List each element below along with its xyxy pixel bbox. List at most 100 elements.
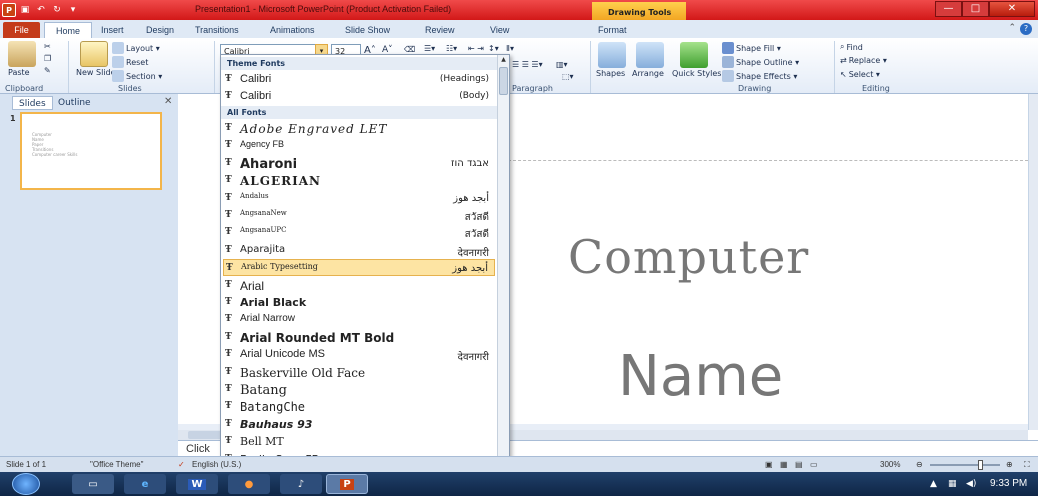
smartart-icon[interactable]: ⬚▾	[562, 72, 574, 81]
font-list-item[interactable]: Ŧ AngsanaUPC สวัสดี	[223, 224, 495, 241]
tab-outline[interactable]: Outline	[52, 96, 97, 110]
language-indicator[interactable]: English (U.S.)	[192, 460, 241, 469]
volume-icon[interactable]: ◀)	[966, 479, 976, 489]
app-taskbar-icon[interactable]: ♪	[280, 474, 322, 494]
columns-icon[interactable]: ▥▾	[556, 60, 568, 69]
word-taskbar-icon[interactable]: W	[176, 474, 218, 494]
tab-file[interactable]: File	[3, 22, 40, 38]
arrange-icon[interactable]	[636, 42, 664, 68]
section-button[interactable]: Section ▾	[112, 70, 162, 82]
zoom-out-icon[interactable]: ⊖	[916, 460, 923, 469]
start-button-icon[interactable]	[12, 473, 40, 495]
tab-slide-show[interactable]: Slide Show	[345, 22, 390, 38]
reading-view-icon[interactable]: ▤	[795, 460, 803, 469]
font-list-item[interactable]: Ŧ Baskerville Old Face	[223, 364, 495, 381]
font-list-item[interactable]: Ŧ Arial Rounded MT Bold	[223, 329, 495, 346]
font-list-item[interactable]: Ŧ Arial Narrow	[223, 311, 495, 328]
undo-icon[interactable]: ↶	[34, 3, 48, 17]
zoom-slider[interactable]	[930, 464, 1000, 466]
spellcheck-icon[interactable]: ✓	[178, 460, 185, 469]
indent-icons[interactable]: ⇤ ⇥	[468, 44, 484, 53]
font-list-item[interactable]: Ŧ Andalus أبجد هوز	[223, 190, 495, 207]
format-painter-icon[interactable]: ✎	[44, 66, 51, 75]
font-list-item[interactable]: Ŧ Adobe Engraved LET	[223, 120, 495, 137]
clock[interactable]: 9:33 PM	[990, 478, 1027, 489]
font-list-item[interactable]: Ŧ Arial Unicode MS देवनागरी	[223, 346, 495, 363]
firefox-taskbar-icon[interactable]: ●	[228, 474, 270, 494]
shape-effects-button[interactable]: Shape Effects ▾	[722, 70, 797, 82]
tab-view[interactable]: View	[490, 22, 509, 38]
theme-font-item[interactable]: Ŧ Calibri (Headings)	[223, 71, 495, 88]
new-slide-icon[interactable]	[80, 41, 108, 67]
powerpoint-taskbar-icon[interactable]: P	[326, 474, 368, 494]
line-spacing-icon[interactable]: ↕▾	[488, 44, 499, 53]
shapes-button[interactable]: Shapes	[596, 69, 625, 78]
tab-animations[interactable]: Animations	[270, 22, 315, 38]
font-list-item[interactable]: Ŧ BatangChe	[223, 398, 495, 415]
dropdown-scroll-thumb[interactable]	[499, 67, 508, 95]
help-icon[interactable]: ?	[1020, 23, 1032, 35]
slide-title[interactable]: Computer	[568, 230, 809, 284]
zoom-slider-knob[interactable]	[978, 460, 983, 470]
tab-review[interactable]: Review	[425, 22, 455, 38]
shape-outline-button[interactable]: Shape Outline ▾	[722, 56, 799, 68]
font-list-item[interactable]: Ŧ Aparajita देवनागरी	[223, 242, 495, 259]
theme-font-item[interactable]: Ŧ Calibri (Body)	[223, 88, 495, 105]
slide-show-icon[interactable]: ▭	[810, 460, 818, 469]
pane-close-icon[interactable]: ✕	[164, 96, 172, 107]
layout-button[interactable]: Layout ▾	[112, 42, 160, 54]
tab-slides[interactable]: Slides	[12, 96, 53, 110]
font-list-item[interactable]: Ŧ Bell MT	[223, 433, 495, 450]
shapes-icon[interactable]	[598, 42, 626, 68]
minimize-ribbon-icon[interactable]: ⌃	[1008, 23, 1016, 33]
redo-icon[interactable]: ↻	[50, 3, 64, 17]
paste-button[interactable]: Paste	[8, 68, 30, 77]
slide-subtitle[interactable]: Name	[618, 344, 783, 409]
slide-thumbnail[interactable]: Computer Name Paper Transitions Computer…	[20, 112, 162, 190]
minimize-button[interactable]: —	[935, 1, 962, 17]
zoom-in-icon[interactable]: ⊕	[1006, 460, 1013, 469]
network-icon[interactable]: ▦	[948, 479, 957, 489]
tab-design[interactable]: Design	[146, 22, 174, 38]
align-icons[interactable]: ☰ ☰ ☰▾	[512, 60, 543, 69]
clear-formatting-icon[interactable]: ⌫	[404, 45, 415, 54]
font-list-item[interactable]: Ŧ ALGERIAN	[223, 172, 495, 189]
reset-button[interactable]: Reset	[112, 56, 148, 68]
font-list-item[interactable]: Ŧ AngsanaNew สวัสดี	[223, 207, 495, 224]
internet-explorer-taskbar-icon[interactable]: e	[124, 474, 166, 494]
bullets-icon[interactable]: ☰▾	[424, 44, 435, 53]
font-list-item[interactable]: Ŧ Aharoni אבגד הוז	[223, 155, 495, 172]
dropdown-scrollbar[interactable]: ▲ ▼	[497, 55, 509, 467]
save-icon[interactable]: ▣	[18, 3, 32, 17]
slide-sorter-icon[interactable]: ▦	[780, 460, 788, 469]
paste-icon[interactable]	[8, 41, 36, 67]
quick-styles-icon[interactable]	[680, 42, 708, 68]
close-button[interactable]: ✕	[989, 1, 1035, 17]
zoom-level[interactable]: 300%	[880, 460, 900, 469]
font-list-item[interactable]: Ŧ Arial Black	[223, 294, 495, 311]
font-list-item[interactable]: Ŧ Agency FB	[223, 137, 495, 154]
explorer-taskbar-icon[interactable]: ▭	[72, 474, 114, 494]
arrange-button[interactable]: Arrange	[632, 69, 664, 78]
normal-view-icon[interactable]: ▣	[765, 460, 773, 469]
font-list-item[interactable]: Ŧ Arial	[223, 277, 495, 294]
powerpoint-logo-icon[interactable]: P	[2, 3, 16, 17]
numbering-icon[interactable]: ☷▾	[446, 44, 457, 53]
replace-button[interactable]: ⇄ Replace ▾	[840, 56, 887, 65]
cut-icon[interactable]: ✂	[44, 42, 51, 51]
tab-format[interactable]: Format	[598, 22, 627, 38]
find-button[interactable]: ⌕ Find	[840, 42, 863, 52]
font-list-item[interactable]: Ŧ Batang	[223, 381, 495, 398]
scroll-up-icon[interactable]: ▲	[499, 56, 508, 66]
font-list-item[interactable]: Ŧ Arabic Typesetting أبجد هوز	[223, 259, 495, 277]
shape-fill-button[interactable]: Shape Fill ▾	[722, 42, 781, 54]
maximize-button[interactable]: □	[962, 1, 989, 17]
vertical-scrollbar[interactable]	[1028, 94, 1038, 430]
font-dropdown-list[interactable]: Theme Fonts Ŧ Calibri (Headings) Ŧ Calibri (B…	[220, 54, 510, 468]
tab-insert[interactable]: Insert	[101, 22, 124, 38]
tab-home[interactable]: Home	[44, 22, 92, 38]
text-direction-icon[interactable]: Ⅱ▾	[506, 44, 514, 53]
tray-expand-icon[interactable]: ▲	[930, 479, 937, 489]
quick-styles-button[interactable]: Quick Styles ▾	[672, 69, 728, 78]
copy-icon[interactable]: ❐	[44, 54, 51, 63]
